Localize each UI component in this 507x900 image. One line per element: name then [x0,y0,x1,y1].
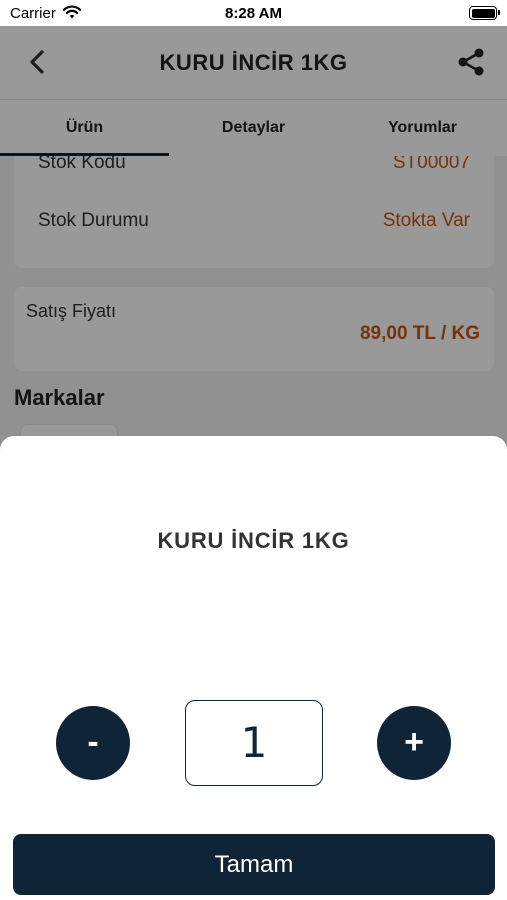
decrease-button[interactable]: - [56,706,130,780]
quantity-field[interactable]: 1 [185,700,323,786]
confirm-button[interactable]: Tamam [13,834,495,895]
battery-icon [469,6,500,20]
quantity-bottom-sheet: KURU İNCİR 1KG - 1 + Tamam [0,436,507,900]
increase-button[interactable]: + [377,706,451,780]
sheet-title: KURU İNCİR 1KG [157,528,350,553]
clock: 8:28 AM [225,5,282,22]
product-page: Carrier 8:28 AM KURU İNCİR 1KG Ürün Deta… [0,0,507,900]
status-bar: Carrier 8:28 AM [0,0,507,26]
